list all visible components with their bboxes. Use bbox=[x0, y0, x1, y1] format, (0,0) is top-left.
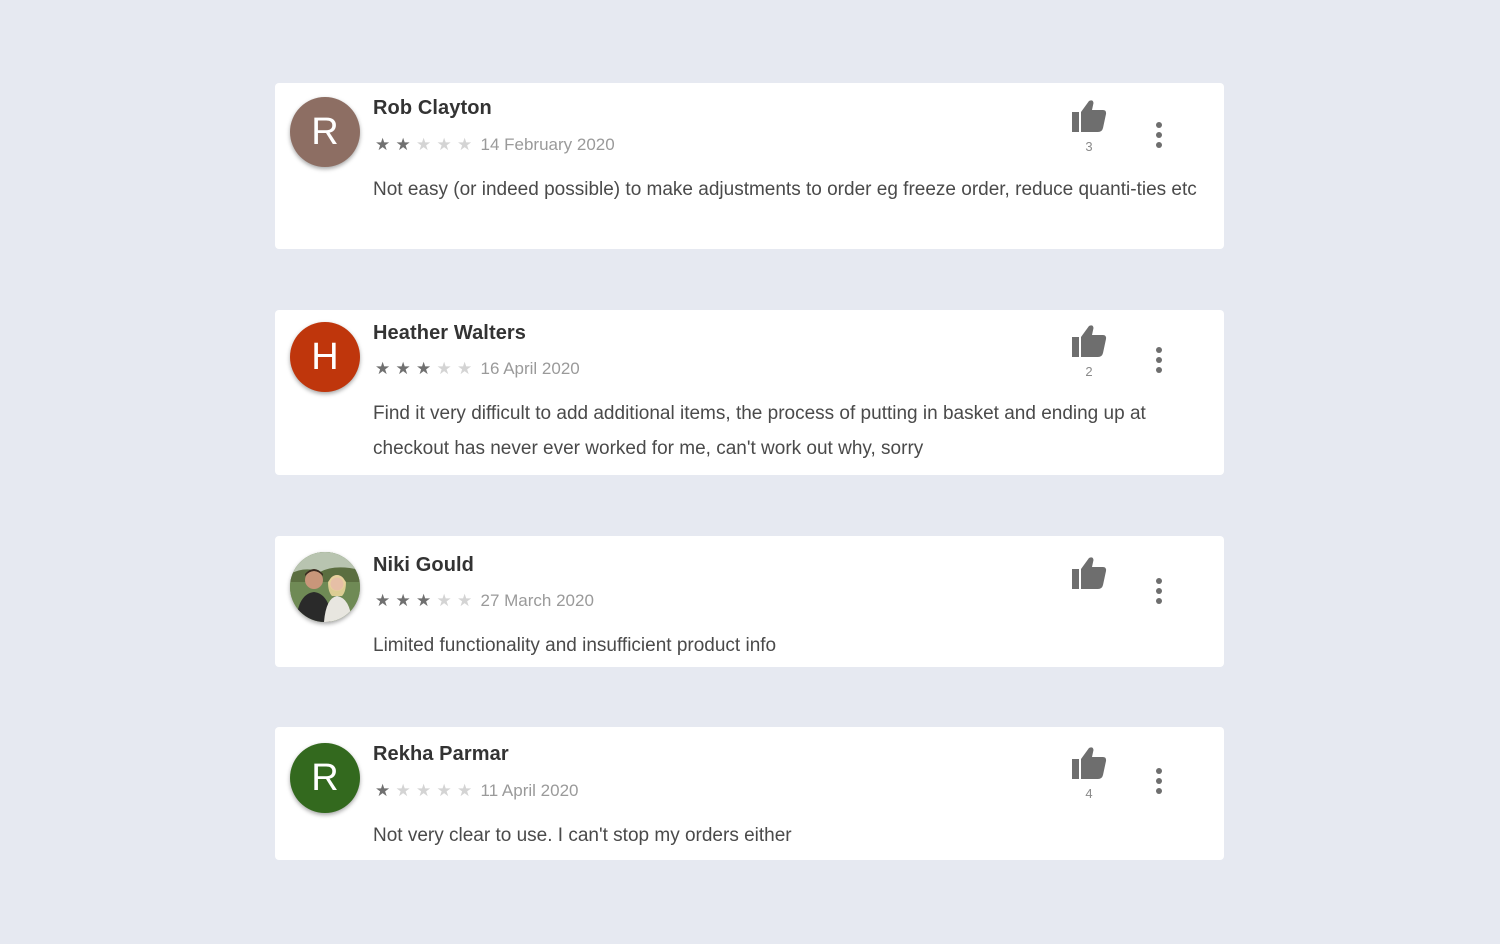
star-icon: ★ bbox=[375, 135, 391, 154]
review-text: Not easy (or indeed possible) to make ad… bbox=[373, 179, 1197, 200]
rating-row: ★ ★ ★ ★ ★ 27 March 2020 bbox=[375, 591, 594, 611]
star-rating: ★ ★ ★ ★ ★ bbox=[375, 135, 478, 155]
like-button[interactable]: 3 bbox=[1069, 99, 1109, 154]
like-button[interactable] bbox=[1069, 556, 1109, 590]
thumbs-up-icon bbox=[1069, 746, 1109, 780]
reviewer-name: Rob Clayton bbox=[373, 97, 492, 119]
star-icon: ★ bbox=[457, 135, 473, 154]
star-icon: ★ bbox=[436, 781, 452, 800]
star-icon: ★ bbox=[375, 591, 391, 610]
thumbs-up-icon bbox=[1069, 324, 1109, 358]
rating-row: ★ ★ ★ ★ ★ 11 April 2020 bbox=[375, 781, 578, 801]
star-icon: ★ bbox=[436, 591, 452, 610]
review-text: Not very clear to use. I can't stop my o… bbox=[373, 825, 792, 846]
like-button[interactable]: 4 bbox=[1069, 746, 1109, 801]
star-icon: ★ bbox=[395, 135, 411, 154]
star-icon: ★ bbox=[395, 359, 411, 378]
like-count: 3 bbox=[1085, 139, 1093, 154]
star-icon: ★ bbox=[436, 135, 452, 154]
more-vertical-icon bbox=[1149, 577, 1169, 605]
review-date: 14 February 2020 bbox=[480, 135, 615, 154]
avatar[interactable]: R bbox=[290, 743, 360, 813]
review-text: Find it very difficult to add additional… bbox=[373, 403, 1146, 459]
more-options-button[interactable] bbox=[1149, 121, 1169, 149]
star-rating: ★ ★ ★ ★ ★ bbox=[375, 781, 478, 801]
star-icon: ★ bbox=[375, 359, 391, 378]
more-vertical-icon bbox=[1149, 121, 1169, 149]
star-icon: ★ bbox=[436, 359, 452, 378]
star-icon: ★ bbox=[457, 591, 473, 610]
review-card: Niki Gould ★ ★ ★ ★ ★ 27 March 2020 Limited f… bbox=[275, 536, 1224, 667]
star-icon: ★ bbox=[395, 781, 411, 800]
avatar[interactable] bbox=[290, 552, 360, 622]
reviewer-name: Rekha Parmar bbox=[373, 743, 509, 765]
avatar[interactable]: H bbox=[290, 322, 360, 392]
star-icon: ★ bbox=[416, 591, 432, 610]
profile-photo bbox=[290, 552, 360, 622]
star-icon: ★ bbox=[457, 781, 473, 800]
review-card: R Rekha Parmar ★ ★ ★ ★ ★ 11 April 2020 Not v… bbox=[275, 727, 1224, 860]
like-button[interactable]: 2 bbox=[1069, 324, 1109, 379]
like-count: 4 bbox=[1085, 786, 1093, 801]
star-icon: ★ bbox=[416, 781, 432, 800]
rating-row: ★ ★ ★ ★ ★ 14 February 2020 bbox=[375, 135, 615, 155]
review-date: 16 April 2020 bbox=[480, 359, 580, 378]
review-card: R Rob Clayton ★ ★ ★ ★ ★ 14 February 2020 Not… bbox=[275, 83, 1224, 249]
more-options-button[interactable] bbox=[1149, 767, 1169, 795]
review-text: Limited functionality and insufficient p… bbox=[373, 635, 777, 656]
rating-row: ★ ★ ★ ★ ★ 16 April 2020 bbox=[375, 359, 580, 379]
avatar[interactable]: R bbox=[290, 97, 360, 167]
review-date: 27 March 2020 bbox=[480, 591, 594, 610]
star-icon: ★ bbox=[375, 781, 391, 800]
more-vertical-icon bbox=[1149, 346, 1169, 374]
thumbs-up-icon bbox=[1069, 99, 1109, 133]
reviewer-name: Niki Gould bbox=[373, 554, 474, 576]
star-icon: ★ bbox=[395, 591, 411, 610]
star-icon: ★ bbox=[416, 359, 432, 378]
review-card: H Heather Walters ★ ★ ★ ★ ★ 16 April 2020 Fi… bbox=[275, 310, 1224, 475]
like-count: 2 bbox=[1085, 364, 1093, 379]
star-rating: ★ ★ ★ ★ ★ bbox=[375, 591, 478, 611]
thumbs-up-icon bbox=[1069, 556, 1109, 590]
more-options-button[interactable] bbox=[1149, 346, 1169, 374]
reviewer-name: Heather Walters bbox=[373, 322, 527, 344]
star-icon: ★ bbox=[457, 359, 473, 378]
star-rating: ★ ★ ★ ★ ★ bbox=[375, 359, 478, 379]
more-options-button[interactable] bbox=[1149, 577, 1169, 605]
more-vertical-icon bbox=[1149, 767, 1169, 795]
star-icon: ★ bbox=[416, 135, 432, 154]
review-date: 11 April 2020 bbox=[480, 781, 579, 800]
